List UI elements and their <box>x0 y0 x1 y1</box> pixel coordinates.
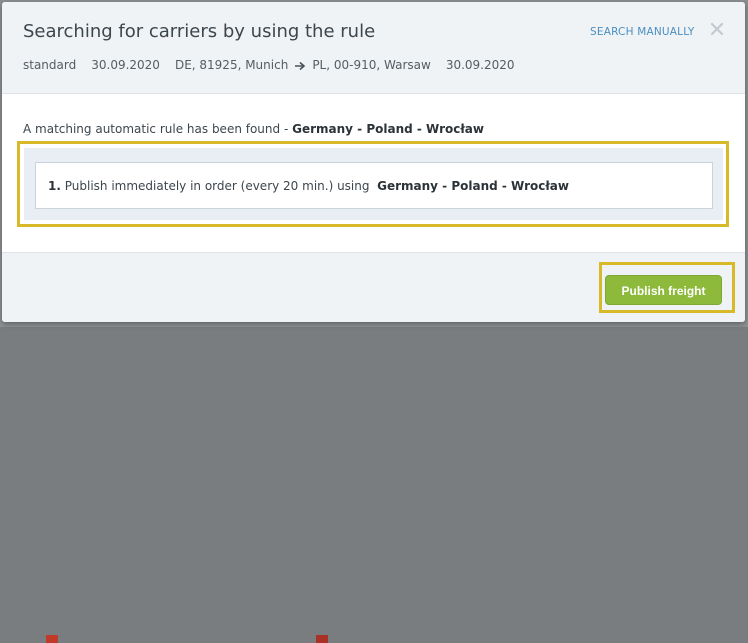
rule-found-name: Germany - Poland - Wrocław <box>292 122 484 136</box>
freight-type: standard <box>23 58 77 72</box>
pickup-date: 30.09.2020 <box>91 58 160 72</box>
arrow-right-icon <box>294 60 306 71</box>
rule-name: Germany - Poland - Wrocław <box>377 179 569 193</box>
publish-freight-button[interactable]: Publish freight <box>605 275 722 305</box>
flag-icon <box>316 635 328 643</box>
flag-icon <box>46 635 58 643</box>
rule-found-prefix: A matching automatic rule has been found… <box>23 122 293 136</box>
rule-description: Publish immediately in order (every 20 m… <box>64 179 370 193</box>
modal-footer: Publish freight <box>2 252 745 322</box>
rule-found-message: A matching automatic rule has been found… <box>23 122 484 136</box>
destination-location: PL, 00-910, Warsaw <box>312 58 431 72</box>
rule-number: 1. <box>48 179 61 193</box>
rule-text: 1. Publish immediately in order (every 2… <box>48 179 569 193</box>
modal-title: Searching for carriers by using the rule <box>23 21 376 42</box>
modal-body: A matching automatic rule has been found… <box>2 94 745 252</box>
search-manually-link[interactable]: SEARCH MANUALLY <box>590 26 695 38</box>
rule-list-item: 1. Publish immediately in order (every 2… <box>35 162 713 209</box>
delivery-date: 30.09.2020 <box>445 58 515 72</box>
modal-header: Searching for carriers by using the rule… <box>2 2 745 94</box>
origin-location: DE, 81925, Munich <box>174 58 289 72</box>
carrier-search-modal: Searching for carriers by using the rule… <box>2 2 745 322</box>
freight-summary: standard 30.09.2020 DE, 81925, Munich PL… <box>23 58 515 72</box>
close-icon[interactable] <box>708 20 726 38</box>
